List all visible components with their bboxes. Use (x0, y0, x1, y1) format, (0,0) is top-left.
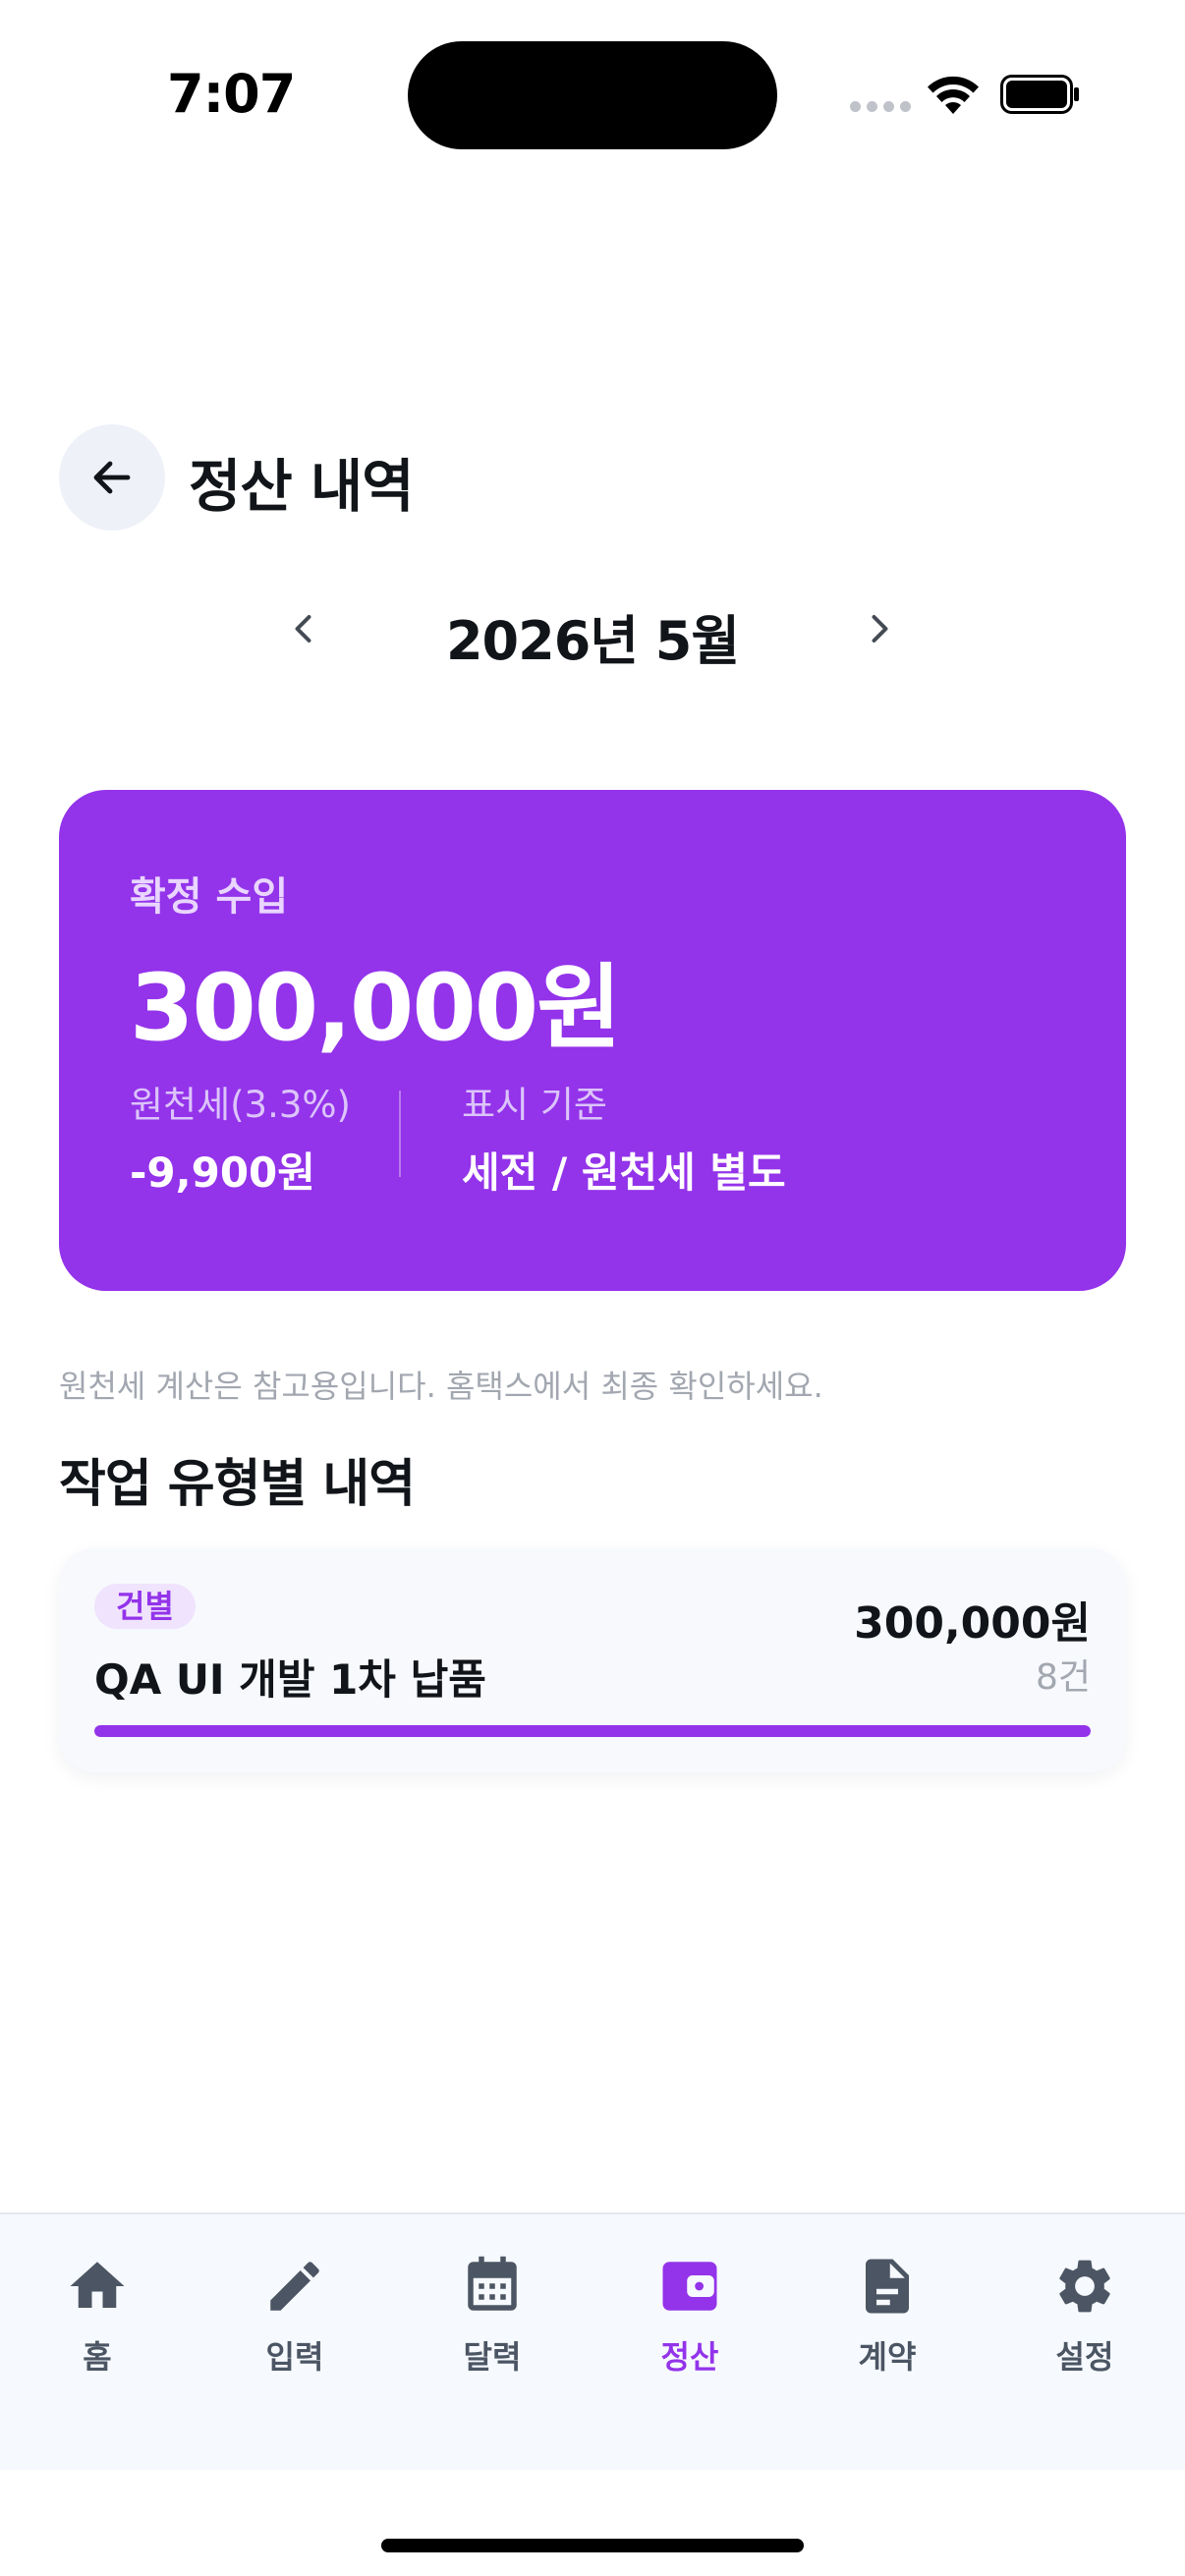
arrow-left-icon (93, 461, 131, 494)
income-amount: 300,000원 (130, 955, 622, 1062)
chevron-left-icon (295, 615, 311, 643)
dynamic-island (408, 41, 777, 149)
nav-item-settings[interactable]: 설정 (1006, 2254, 1163, 2401)
wifi-icon (928, 76, 979, 114)
chevron-right-icon (872, 615, 888, 643)
cellular-signal-icon (850, 101, 911, 112)
nav-item-settlement[interactable]: 정산 (611, 2254, 768, 2401)
wallet-icon (662, 2262, 717, 2311)
nav-label-settlement: 정산 (660, 2338, 719, 2376)
nav-label-contract: 계약 (858, 2338, 917, 2376)
nav-item-home[interactable]: 홈 (19, 2254, 176, 2401)
nav-item-contract[interactable]: 계약 (809, 2254, 966, 2401)
tax-disclaimer: 원천세 계산은 참고용입니다. 홈택스에서 최종 확인하세요. (59, 1368, 823, 1405)
nav-label-home: 홈 (83, 2338, 112, 2376)
nav-label-calendar: 달력 (463, 2338, 522, 2376)
card-divider (399, 1091, 401, 1177)
work-type-badge: 건별 (94, 1584, 196, 1629)
status-time: 7:07 (167, 63, 296, 125)
pencil-icon (270, 2262, 319, 2311)
nav-label-input: 입력 (265, 2338, 324, 2376)
display-basis-value: 세전 / 원천세 별도 (462, 1148, 786, 1197)
work-type-item[interactable]: 건별 QA UI 개발 1차 납품 300,000원 8건 (59, 1548, 1126, 1772)
next-month-button[interactable] (849, 599, 908, 658)
income-label: 확정 수입 (130, 874, 289, 920)
page-title: 정산 내역 (189, 453, 415, 520)
nav-item-input[interactable]: 입력 (216, 2254, 373, 2401)
display-basis-label: 표시 기준 (462, 1084, 607, 1126)
home-icon (70, 2262, 125, 2308)
calendar-icon (468, 2256, 517, 2311)
status-bar: 7:07 (0, 0, 1185, 187)
nav-item-calendar[interactable]: 달력 (414, 2254, 571, 2401)
month-label: 2026년 5월 (445, 610, 740, 672)
work-progress-bar (94, 1725, 1091, 1737)
work-progress-fill (94, 1725, 1091, 1737)
section-title: 작업 유형별 내역 (59, 1455, 416, 1514)
withholding-tax-value: -9,900원 (130, 1148, 315, 1197)
nav-label-settings: 설정 (1055, 2338, 1114, 2376)
document-icon (866, 2259, 909, 2314)
back-button[interactable] (59, 424, 165, 531)
confirmed-income-card: 확정 수입 300,000원 원천세(3.3%) -9,900원 표시 기준 세… (59, 790, 1126, 1291)
work-amount: 300,000원 (854, 1598, 1091, 1649)
bottom-navigation: 홈 입력 달력 정산 계약 설정 (0, 2212, 1185, 2470)
previous-month-button[interactable] (275, 599, 334, 658)
gear-icon (1059, 2260, 1110, 2313)
withholding-tax-label: 원천세(3.3%) (130, 1084, 351, 1126)
home-indicator (381, 2539, 804, 2552)
work-title: QA UI 개발 1차 납품 (94, 1655, 486, 1704)
work-count: 8건 (1035, 1657, 1091, 1698)
battery-icon (1000, 75, 1079, 114)
